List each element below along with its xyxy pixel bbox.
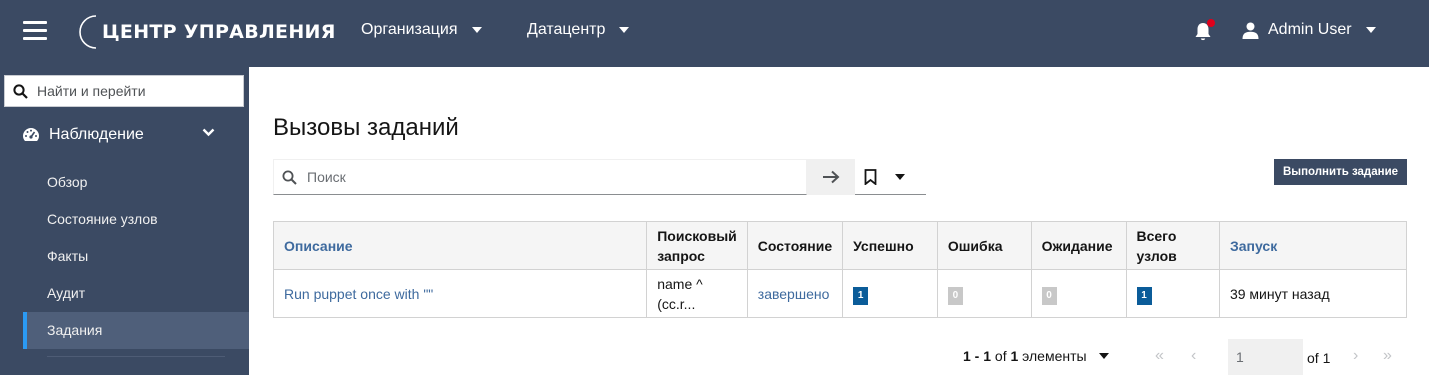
search-bar xyxy=(273,159,807,195)
brand-title: ЦЕНТР УПРАВЛЕНИЯ xyxy=(102,21,336,43)
sidebar-item-audit[interactable]: Аудит xyxy=(47,285,85,301)
job-state-link[interactable]: завершено xyxy=(758,286,830,302)
pagination-per-page-toggle[interactable]: 1 - 1 of 1 элементы xyxy=(963,348,1109,364)
user-menu[interactable]: Admin User xyxy=(1242,21,1376,39)
datacenter-dropdown[interactable]: Датацентр xyxy=(527,21,630,39)
arrow-right-icon xyxy=(823,170,840,184)
run-job-button[interactable]: Выполнить задание xyxy=(1274,159,1407,185)
first-page-icon[interactable]: « xyxy=(1155,347,1164,365)
user-icon xyxy=(1242,22,1259,39)
sidebar-item-overview[interactable]: Обзор xyxy=(47,174,87,190)
top-navbar: ЦЕНТР УПРАВЛЕНИЯ Организация Датацентр A… xyxy=(0,0,1429,67)
sidebar-item-facts[interactable]: Факты xyxy=(47,248,88,264)
error-count-badge: 0 xyxy=(947,286,963,305)
dashboard-gauge-icon xyxy=(23,128,39,141)
caret-down-icon xyxy=(1098,353,1109,359)
bookmark-icon xyxy=(864,168,877,185)
sidebar: Наблюдение Обзор Состояние узлов Факты А… xyxy=(0,67,249,375)
pagination-of: of xyxy=(994,348,1007,364)
brand-arc-icon xyxy=(79,15,97,49)
column-description[interactable]: Описание xyxy=(272,221,648,270)
sidebar-item-jobs[interactable]: Задания xyxy=(47,322,102,338)
user-name: Admin User xyxy=(1268,21,1352,38)
caret-down-icon xyxy=(471,27,482,33)
caret-down-icon xyxy=(895,173,905,180)
column-pending: Ожидание xyxy=(1030,221,1127,270)
success-count-badge[interactable]: 1 xyxy=(853,286,869,305)
job-description-link[interactable]: Run puppet once with "" xyxy=(284,286,433,302)
last-page-icon[interactable]: » xyxy=(1383,347,1392,365)
search-input[interactable] xyxy=(307,169,787,185)
sidebar-section-label: Наблюдение xyxy=(49,126,144,143)
search-submit-button[interactable] xyxy=(807,159,855,195)
pagination-total: 1 xyxy=(1010,348,1019,364)
column-error: Ошибка xyxy=(936,221,1032,270)
next-page-icon[interactable]: › xyxy=(1353,347,1358,365)
search-icon xyxy=(13,83,28,99)
organization-dropdown[interactable]: Организация xyxy=(361,21,482,39)
sidebar-item-host-status[interactable]: Состояние узлов xyxy=(47,211,158,227)
pagination-range: 1 - 1 xyxy=(963,348,992,364)
table-header-row: Описание Поисковый запрос Состояние Успеш… xyxy=(272,221,1408,270)
page-title: Вызовы заданий xyxy=(273,114,459,141)
column-started[interactable]: Запуск xyxy=(1218,221,1408,270)
sidebar-divider xyxy=(47,356,225,357)
sidebar-search xyxy=(4,75,244,107)
job-invocations-table: Описание Поисковый запрос Состояние Успеш… xyxy=(272,221,1408,318)
started-cell: 39 минут назад xyxy=(1218,269,1408,318)
caret-down-icon xyxy=(1365,27,1376,33)
column-state: Состояние xyxy=(746,221,844,270)
total-hosts-badge[interactable]: 1 xyxy=(1136,286,1152,305)
brand-logo[interactable]: ЦЕНТР УПРАВЛЕНИЯ xyxy=(70,14,336,50)
column-success: Успешно xyxy=(842,221,938,270)
search-icon xyxy=(282,170,297,185)
search-query-cell: name ^ (cc.r... xyxy=(646,269,748,318)
caret-down-icon xyxy=(619,27,630,33)
column-total-hosts: Всего узлов xyxy=(1125,221,1220,270)
page-number-input[interactable] xyxy=(1228,339,1303,375)
pagination-unit: элементы xyxy=(1022,348,1087,364)
column-search-query: Поисковый запрос xyxy=(646,221,748,270)
datacenter-label: Датацентр xyxy=(527,21,606,38)
hamburger-menu-icon[interactable] xyxy=(23,21,47,41)
pending-count-badge: 0 xyxy=(1041,286,1057,305)
sidebar-search-input[interactable] xyxy=(37,83,237,99)
notification-dot xyxy=(1207,19,1215,27)
pagination-of-pages: of 1 xyxy=(1307,350,1331,366)
organization-label: Организация xyxy=(361,21,458,38)
table-row: Run puppet once with "" name ^ (cc.r... з… xyxy=(272,269,1408,318)
chevron-down-icon xyxy=(202,128,215,137)
previous-page-icon[interactable]: ‹ xyxy=(1191,347,1196,365)
bookmark-dropdown[interactable] xyxy=(855,159,926,195)
sidebar-section-monitoring[interactable]: Наблюдение xyxy=(22,123,222,147)
